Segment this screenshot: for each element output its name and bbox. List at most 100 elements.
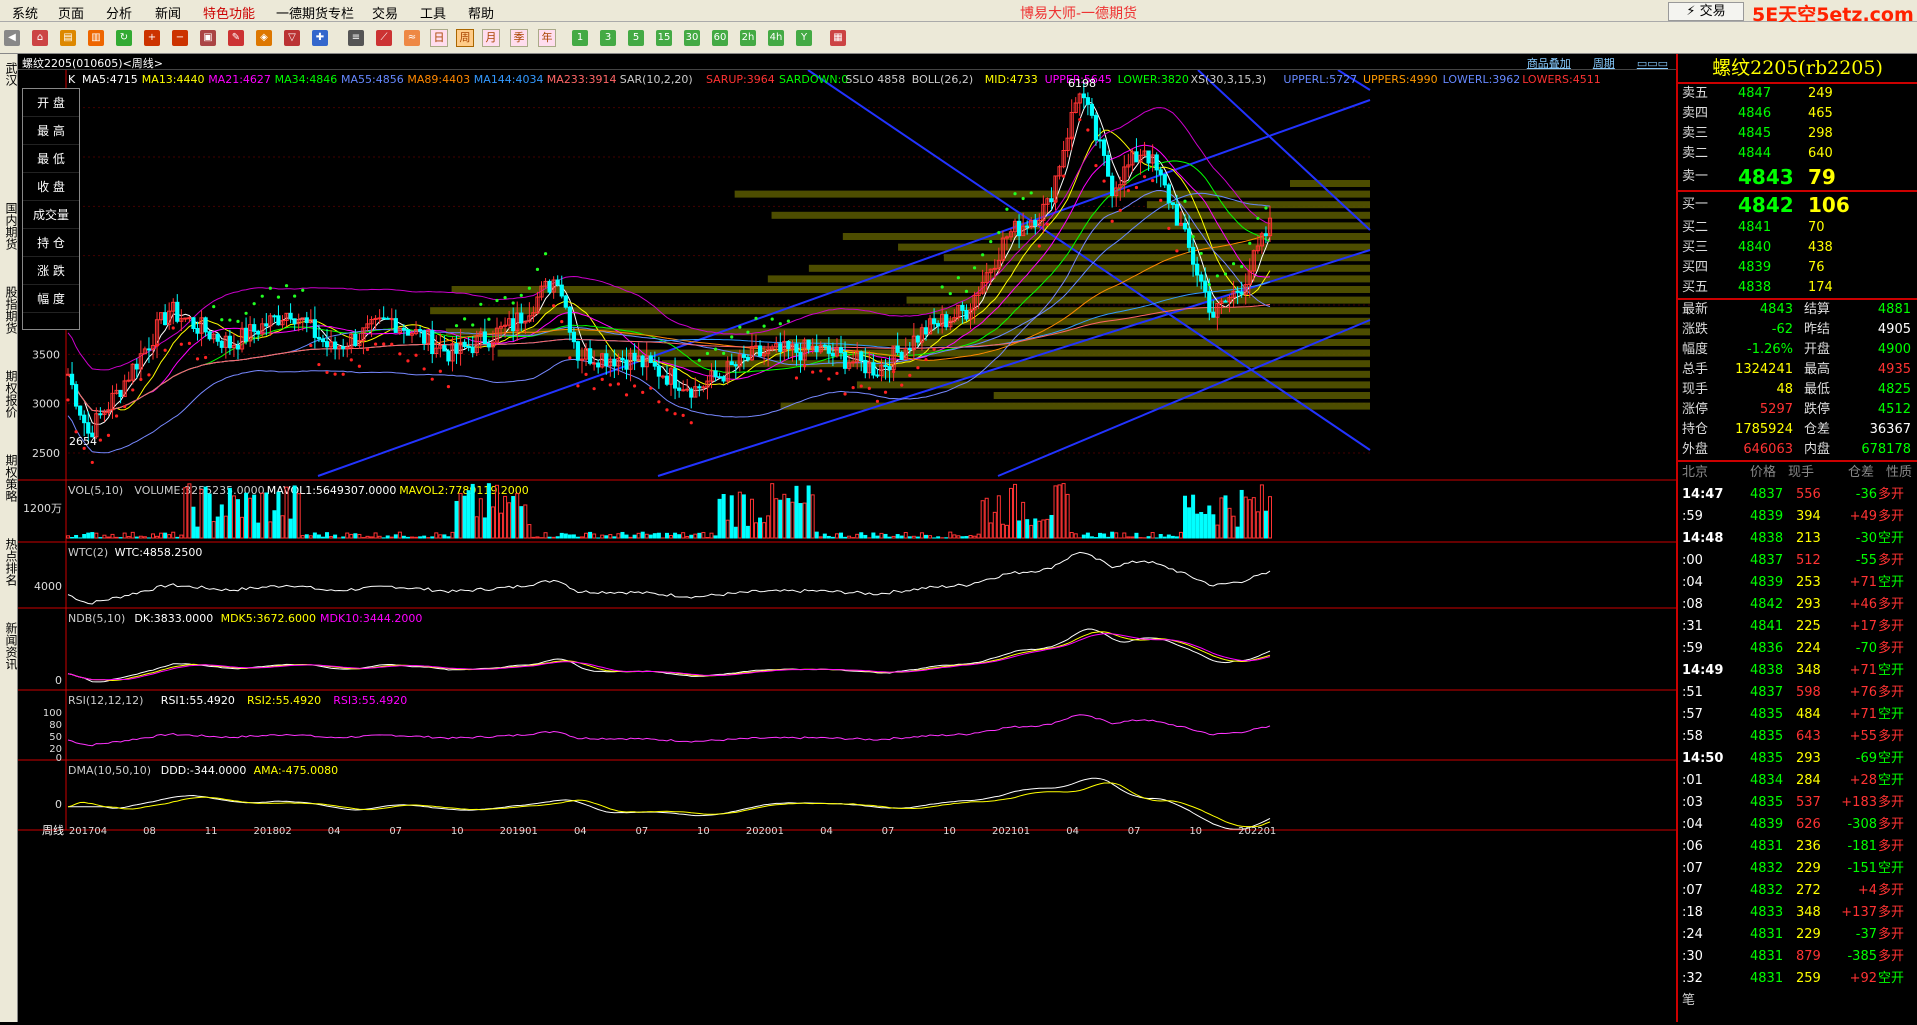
candle-body: [593, 363, 596, 364]
sar-dot: [382, 342, 385, 345]
menu-column[interactable]: 一德期货专栏: [276, 3, 354, 22]
home-icon[interactable]: ⌂: [32, 30, 48, 46]
calendar-icon[interactable]: ▦: [830, 30, 846, 46]
sar-dot: [1232, 262, 1235, 265]
menu-analysis[interactable]: 分析: [106, 3, 132, 22]
sar-dot: [706, 352, 709, 355]
toolbar: ◀ ⌂ ▤ ▥ ↻ + − ▣ ✎ ◈ ▽ ✚ ≡ ⟋ ≈ ◷ 日 周 月 季 …: [0, 22, 1917, 54]
period-month-icon[interactable]: 月: [482, 29, 500, 47]
tab-option-strategy[interactable]: 期权策略: [1, 454, 17, 502]
period-5min-icon[interactable]: 5: [628, 30, 644, 46]
tab-domestic-futures[interactable]: 国内期货: [1, 202, 17, 250]
menu-system[interactable]: 系统: [12, 3, 38, 22]
volume-profile-bar: [1013, 222, 1370, 229]
tick-row[interactable]: 14:504835293-69空开: [1678, 748, 1917, 770]
folder-icon[interactable]: ▥: [88, 30, 104, 46]
period-day-icon[interactable]: 日: [430, 29, 448, 47]
ask-row[interactable]: 卖五4847249: [1678, 84, 1917, 104]
zoom-out-icon[interactable]: −: [172, 30, 188, 46]
back-icon[interactable]: ◀: [4, 30, 20, 46]
menu-tools[interactable]: 工具: [420, 3, 446, 22]
draw-pen-icon[interactable]: ✎: [228, 30, 244, 46]
tick-row[interactable]: :514837598+76多开: [1678, 682, 1917, 704]
zoom-in-icon[interactable]: +: [144, 30, 160, 46]
kline-chart[interactable]: KMA5:4715MA13:4440MA21:4627MA34:4846MA55…: [18, 70, 1676, 1022]
tick-row[interactable]: :314841225+17多开: [1678, 616, 1917, 638]
bid-row[interactable]: 买一4842106: [1678, 192, 1917, 218]
refresh-icon[interactable]: ↻: [116, 30, 132, 46]
tick-row[interactable]: 14:494838348+71空开: [1678, 660, 1917, 682]
bid-row[interactable]: 买三4840438: [1678, 238, 1917, 258]
tab-news[interactable]: 新闻资讯: [1, 622, 17, 670]
tick-row[interactable]: 14:474837556-36多开: [1678, 484, 1917, 506]
menu-page[interactable]: 页面: [58, 3, 84, 22]
period-60min-icon[interactable]: 60: [712, 30, 728, 46]
bid-row[interactable]: 买二484170: [1678, 218, 1917, 238]
tick-row[interactable]: :044839626-308多开: [1678, 814, 1917, 836]
volume-bar: [1147, 537, 1150, 538]
period-3min-icon[interactable]: 3: [600, 30, 616, 46]
menu-trade[interactable]: 交易: [372, 3, 398, 22]
period-quarter-icon[interactable]: 季: [510, 29, 528, 47]
tab-index-futures[interactable]: 股指期货: [1, 286, 17, 334]
ask-row[interactable]: 卖一484379: [1678, 164, 1917, 190]
ask-row[interactable]: 卖三4845298: [1678, 124, 1917, 144]
window-buttons[interactable]: ▭▭▭: [1637, 57, 1668, 70]
period-2h-icon[interactable]: 2h: [740, 30, 756, 46]
period-week-icon[interactable]: 周: [456, 29, 474, 47]
tick-row[interactable]: :184833348+137多开: [1678, 902, 1917, 924]
tick-chart-icon[interactable]: ≈: [404, 30, 420, 46]
filter-icon[interactable]: ▽: [284, 30, 300, 46]
window-icon[interactable]: ▣: [200, 30, 216, 46]
period-1min-icon[interactable]: 1: [572, 30, 588, 46]
overlay-button[interactable]: 商品叠加: [1527, 57, 1571, 70]
volume-bar: [463, 496, 466, 538]
tick-row[interactable]: :074832272+4多开: [1678, 880, 1917, 902]
menu-news[interactable]: 新闻: [155, 3, 181, 22]
tick-row[interactable]: :044839253+71空开: [1678, 572, 1917, 594]
tick-row[interactable]: :584835643+55多开: [1678, 726, 1917, 748]
ask-row[interactable]: 卖四4846465: [1678, 104, 1917, 124]
tick-row[interactable]: :574835484+71空开: [1678, 704, 1917, 726]
new-icon[interactable]: ✚: [312, 30, 328, 46]
custom-period-icon[interactable]: Y: [796, 30, 812, 46]
chart-area[interactable]: KMA5:4715MA13:4440MA21:4627MA34:4846MA55…: [18, 70, 1676, 1022]
tick-row[interactable]: :004837512-55多开: [1678, 550, 1917, 572]
menu-special[interactable]: 特色功能: [203, 3, 255, 22]
menu-help[interactable]: 帮助: [468, 3, 494, 22]
tab-wuhan[interactable]: 武汉: [1, 62, 17, 86]
period-year-icon[interactable]: 年: [538, 29, 556, 47]
period-15min-icon[interactable]: 15: [656, 30, 672, 46]
tick-row[interactable]: 14:484838213-30空开: [1678, 528, 1917, 550]
trade-button[interactable]: ⚡ 交易: [1668, 2, 1744, 21]
period-button[interactable]: 周期: [1593, 57, 1615, 70]
tick-row[interactable]: :034835537+183多开: [1678, 792, 1917, 814]
volume-bar: [500, 513, 503, 538]
tab-option-quotes[interactable]: 期权报价: [1, 370, 17, 418]
tick-row[interactable]: :084842293+46多开: [1678, 594, 1917, 616]
bid-row[interactable]: 买五4838174: [1678, 278, 1917, 298]
volume-bar: [459, 494, 462, 538]
tick-row[interactable]: :594836224-70多开: [1678, 638, 1917, 660]
candle-body: [754, 346, 757, 347]
tick-footer[interactable]: 笔: [1678, 990, 1917, 1012]
tab-hot-ranking[interactable]: 热点排名: [1, 538, 17, 586]
tick-row[interactable]: :074832229-151空开: [1678, 858, 1917, 880]
tick-row[interactable]: :594839394+49多开: [1678, 506, 1917, 528]
tick-row[interactable]: :244831229-37多开: [1678, 924, 1917, 946]
paint-icon[interactable]: ◈: [256, 30, 272, 46]
period-30min-icon[interactable]: 30: [684, 30, 700, 46]
tick-list[interactable]: 14:474837556-36多开:594839394+49多开14:48483…: [1678, 484, 1917, 1012]
period-4h-icon[interactable]: 4h: [768, 30, 784, 46]
volume-bar: [1167, 535, 1170, 538]
book-icon[interactable]: ▤: [60, 30, 76, 46]
tick-row[interactable]: :324831259+92空开: [1678, 968, 1917, 990]
tick-row[interactable]: :304831879-385多开: [1678, 946, 1917, 968]
volume-bar: [520, 507, 523, 538]
tick-row[interactable]: :064831236-181多开: [1678, 836, 1917, 858]
bid-row[interactable]: 买四483976: [1678, 258, 1917, 278]
line-chart-icon[interactable]: ⟋: [376, 30, 392, 46]
ask-row[interactable]: 卖二4844640: [1678, 144, 1917, 164]
tick-row[interactable]: :014834284+28空开: [1678, 770, 1917, 792]
list-icon[interactable]: ≡: [348, 30, 364, 46]
